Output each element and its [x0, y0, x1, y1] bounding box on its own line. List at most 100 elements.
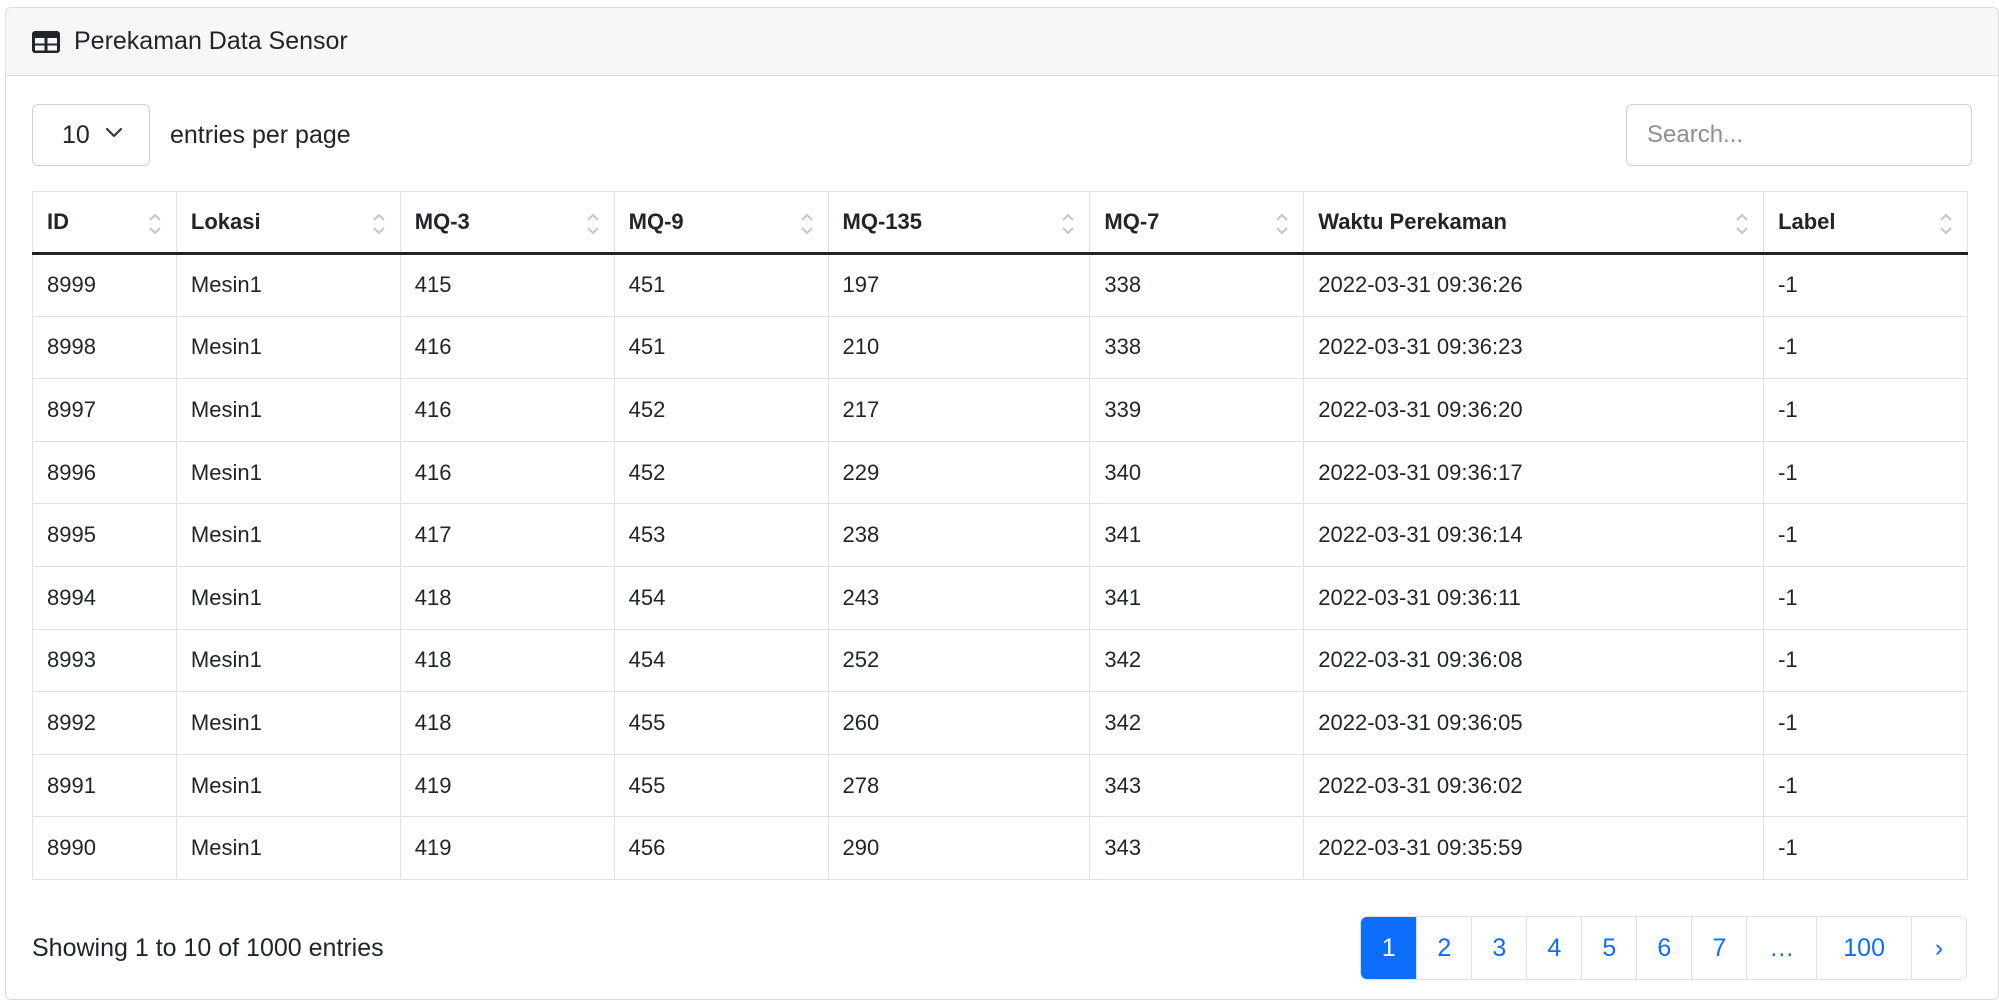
table-cell: 418	[399, 628, 615, 693]
table-cell: 8991	[32, 753, 177, 818]
table-cell: 210	[827, 315, 1091, 380]
sort-icon	[1276, 213, 1288, 235]
sort-icon	[149, 213, 161, 235]
table-cell: -1	[1763, 691, 1968, 755]
page-button-4[interactable]: 4	[1526, 917, 1582, 979]
table-row: 8996 Mesin1 416 452 229 340 2022-03-31 09:36:1…	[32, 440, 1968, 505]
table-cell: 338	[1089, 253, 1305, 317]
sort-icon	[1940, 213, 1952, 235]
entries-per-page-label: entries per page	[170, 121, 351, 149]
table-cell: 8992	[32, 691, 177, 755]
sort-icon	[800, 213, 813, 235]
table-cell: 238	[827, 503, 1091, 567]
table-cell: 343	[1089, 816, 1305, 880]
table-cell: -1	[1763, 816, 1968, 880]
sort-icon	[1062, 213, 1075, 235]
page-button-7[interactable]: 7	[1691, 917, 1747, 979]
table-cell: 418	[399, 691, 615, 755]
table-cell: Mesin1	[175, 315, 401, 380]
table-cell: 2022-03-31 09:36:14	[1303, 503, 1765, 567]
table-body: 8999 Mesin1 415 451 197 338 2022-03-31 09:36:2…	[32, 253, 1968, 880]
table-cell: 2022-03-31 09:36:23	[1303, 315, 1765, 380]
table-icon	[32, 30, 60, 53]
table-cell: 343	[1089, 753, 1305, 818]
table-cell: -1	[1763, 753, 1968, 818]
table-row: 8990 Mesin1 419 456 290 343 2022-03-31 09:35:5…	[32, 816, 1968, 880]
column-header-id[interactable]: ID	[32, 191, 177, 255]
next-page-button[interactable]: ›	[1911, 917, 1966, 979]
page-button-3[interactable]: 3	[1471, 917, 1527, 979]
column-header-mq-135[interactable]: MQ-135	[827, 191, 1091, 255]
table-cell: 454	[613, 565, 829, 630]
column-header-label: MQ-7	[1104, 209, 1160, 234]
table-cell: 340	[1089, 440, 1305, 505]
table-cell: 452	[613, 440, 829, 505]
table-cell: 8995	[32, 503, 177, 567]
table-controls: 10 entries per page	[32, 104, 1972, 166]
table-info: Showing 1 to 10 of 1000 entries	[32, 934, 384, 962]
page-button-100[interactable]: 100	[1816, 917, 1911, 979]
table-cell: Mesin1	[175, 753, 401, 818]
table-cell: 2022-03-31 09:36:11	[1303, 565, 1765, 630]
table-cell: Mesin1	[175, 440, 401, 505]
entries-per-page-select[interactable]: 10	[32, 104, 150, 166]
table-cell: 417	[399, 503, 615, 567]
page-button-5[interactable]: 5	[1581, 917, 1637, 979]
table-cell: 243	[827, 565, 1091, 630]
table-cell: 197	[827, 253, 1091, 317]
entries-per-page-value: 10	[62, 120, 90, 149]
table-cell: 8990	[32, 816, 177, 880]
sort-icon	[1736, 213, 1748, 235]
sensor-data-table: ID Lokasi MQ-3 MQ-9 MQ-135 MQ-7 Waktu Perekama…	[32, 191, 1968, 880]
table-cell: 217	[827, 378, 1091, 442]
table-cell: 252	[827, 628, 1091, 693]
table-row: 8999 Mesin1 415 451 197 338 2022-03-31 09:36:2…	[32, 253, 1968, 317]
column-header-waktu-perekaman[interactable]: Waktu Perekaman	[1303, 191, 1765, 255]
table-cell: 342	[1089, 691, 1305, 755]
table-cell: 419	[399, 816, 615, 880]
table-cell: 451	[613, 315, 829, 380]
table-cell: -1	[1763, 565, 1968, 630]
table-row: 8997 Mesin1 416 452 217 339 2022-03-31 09:36:2…	[32, 378, 1968, 442]
table-cell: 451	[613, 253, 829, 317]
page-button-2[interactable]: 2	[1416, 917, 1472, 979]
table-row: 8998 Mesin1 416 451 210 338 2022-03-31 09:36:2…	[32, 315, 1968, 380]
sort-icon	[373, 213, 385, 235]
table-cell: -1	[1763, 378, 1968, 442]
table-cell: Mesin1	[175, 565, 401, 630]
table-cell: 339	[1089, 378, 1305, 442]
column-header-label[interactable]: Label	[1763, 191, 1968, 255]
table-cell: 456	[613, 816, 829, 880]
table-cell: 2022-03-31 09:35:59	[1303, 816, 1765, 880]
column-header-label: MQ-3	[414, 209, 470, 234]
column-header-mq-3[interactable]: MQ-3	[399, 191, 615, 255]
page-button-6[interactable]: 6	[1636, 917, 1692, 979]
table-cell: 8994	[32, 565, 177, 630]
column-header-label: Waktu Perekaman	[1318, 209, 1507, 234]
table-row: 8994 Mesin1 418 454 243 341 2022-03-31 09:36:1…	[32, 565, 1968, 630]
column-header-label: Lokasi	[190, 209, 261, 234]
table-cell: 290	[827, 816, 1091, 880]
table-cell: 260	[827, 691, 1091, 755]
column-header-mq-9[interactable]: MQ-9	[613, 191, 829, 255]
table-cell: 416	[399, 440, 615, 505]
table-cell: Mesin1	[175, 253, 401, 317]
table-cell: 341	[1089, 565, 1305, 630]
table-header-row: ID Lokasi MQ-3 MQ-9 MQ-135 MQ-7 Waktu Perekama…	[32, 191, 1968, 255]
table-row: 8992 Mesin1 418 455 260 342 2022-03-31 09:36:0…	[32, 691, 1968, 755]
table-cell: 342	[1089, 628, 1305, 693]
sort-icon	[586, 213, 599, 235]
page-button-1[interactable]: 1	[1361, 917, 1417, 979]
column-header-mq-7[interactable]: MQ-7	[1089, 191, 1305, 255]
card-header: Perekaman Data Sensor	[6, 8, 1998, 76]
column-header-label: MQ-9	[628, 209, 684, 234]
table-cell: -1	[1763, 315, 1968, 380]
search-input[interactable]	[1626, 104, 1972, 166]
column-header-label: MQ-135	[842, 209, 923, 234]
column-header-lokasi[interactable]: Lokasi	[175, 191, 401, 255]
table-cell: 229	[827, 440, 1091, 505]
table-cell: Mesin1	[175, 378, 401, 442]
table-cell: -1	[1763, 440, 1968, 505]
table-cell: 2022-03-31 09:36:20	[1303, 378, 1765, 442]
table-cell: 2022-03-31 09:36:26	[1303, 253, 1765, 317]
